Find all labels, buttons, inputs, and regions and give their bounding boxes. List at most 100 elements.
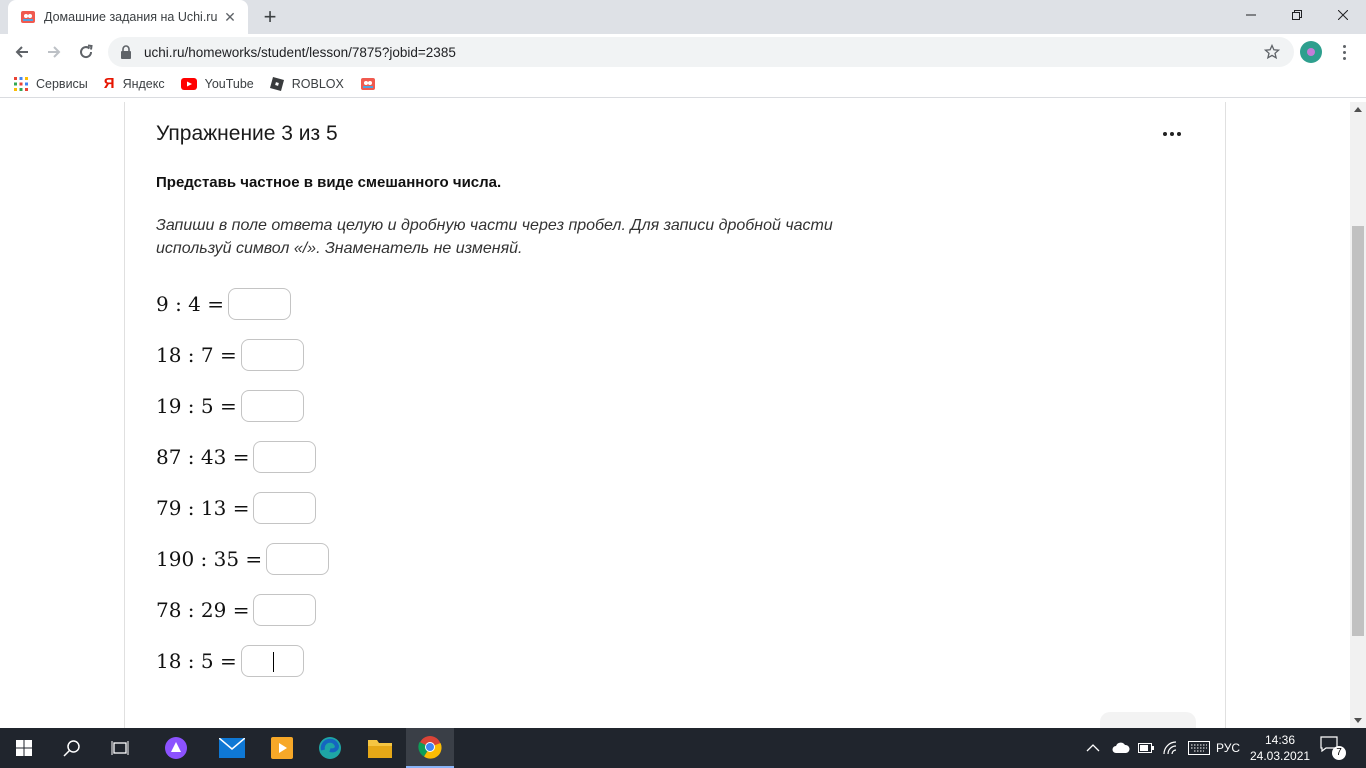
forward-button[interactable] — [40, 38, 68, 66]
math-expression: 18 : 5 = — [156, 649, 237, 673]
exercise-row: 19 : 5 = — [156, 389, 304, 423]
search-icon — [63, 740, 80, 757]
browser-toolbar: uchi.ru/homeworks/student/lesson/7875?jo… — [0, 34, 1366, 70]
answer-input[interactable] — [240, 339, 304, 371]
math-expression: 190 : 35 = — [156, 547, 263, 571]
windows-start-icon — [16, 740, 32, 756]
exercise-title: Упражнение 3 из 5 — [156, 122, 338, 145]
more-options-button[interactable] — [1163, 132, 1181, 136]
new-tab-button[interactable]: + — [258, 6, 282, 30]
profile-avatar[interactable] — [1300, 41, 1322, 63]
task-view-button[interactable] — [96, 728, 144, 768]
bookmark-label: YouTube — [204, 76, 254, 91]
bookmark-label: Яндекс — [122, 76, 165, 91]
tab-title: Домашние задания на Uchi.ru — [44, 10, 218, 24]
address-bar[interactable]: uchi.ru/homeworks/student/lesson/7875?jo… — [108, 37, 1294, 67]
bookmark-roblox[interactable]: ROBLOX — [269, 76, 344, 91]
keyboard-icon[interactable] — [1188, 741, 1210, 755]
tab-strip: Домашние задания на Uchi.ru ✕ + — [0, 0, 1366, 34]
media-player-icon — [271, 737, 293, 759]
check-button[interactable] — [1100, 712, 1196, 728]
close-tab-icon[interactable]: ✕ — [222, 9, 238, 25]
file-explorer-icon — [368, 740, 392, 758]
reload-button[interactable] — [72, 38, 100, 66]
taskbar-mail[interactable] — [208, 728, 256, 768]
math-expression: 9 : 4 = — [156, 292, 225, 316]
youtube-icon — [180, 77, 197, 90]
url-text: uchi.ru/homeworks/student/lesson/7875?jo… — [144, 44, 456, 60]
start-button[interactable] — [0, 728, 48, 768]
answer-input[interactable] — [253, 492, 317, 524]
scroll-up-icon[interactable] — [1354, 107, 1362, 112]
exercise-row: 18 : 5 = — [156, 644, 304, 678]
restore-icon — [1292, 10, 1302, 20]
mail-icon — [219, 738, 245, 758]
page-scrollbar[interactable] — [1350, 102, 1366, 728]
browser-tab[interactable]: Домашние задания на Uchi.ru ✕ — [8, 0, 248, 34]
taskbar-edge[interactable] — [306, 728, 354, 768]
taskbar-alice[interactable] — [152, 728, 200, 768]
bookmark-youtube[interactable]: YouTube — [180, 76, 254, 91]
alice-icon — [165, 737, 187, 759]
action-center-button[interactable]: 7 — [1320, 736, 1346, 760]
taskbar-media-player[interactable] — [258, 728, 306, 768]
restore-button[interactable] — [1274, 0, 1320, 30]
onedrive-cloud-icon[interactable] — [1112, 742, 1130, 754]
exercise-row: 87 : 43 = — [156, 440, 317, 474]
minimize-icon — [1246, 14, 1256, 16]
wifi-icon[interactable] — [1163, 741, 1179, 755]
exercise-row: 79 : 13 = — [156, 491, 317, 525]
taskbar-chrome[interactable] — [406, 728, 454, 768]
answer-input[interactable] — [228, 288, 292, 320]
apps-grid-icon — [14, 76, 28, 91]
answer-input[interactable] — [253, 594, 317, 626]
answer-input[interactable] — [253, 441, 317, 473]
bookmark-label: Сервисы — [36, 76, 88, 91]
minimize-button[interactable] — [1228, 0, 1274, 30]
math-expression: 78 : 29 = — [156, 598, 250, 622]
chrome-icon — [418, 736, 442, 759]
roblox-icon — [269, 76, 284, 91]
avatar-icon — [1307, 48, 1315, 56]
clock-time: 14:36 — [1264, 733, 1296, 747]
clock-date: 24.03.2021 — [1250, 749, 1311, 763]
browser-menu-button[interactable] — [1334, 42, 1354, 62]
search-button[interactable] — [48, 728, 96, 768]
uchi-favicon-icon — [21, 11, 35, 23]
lock-icon — [121, 45, 131, 59]
task-hint: Запиши в поле ответа целую и дробную час… — [156, 217, 833, 257]
answer-input-focused[interactable] — [240, 645, 304, 677]
scrollbar-thumb[interactable] — [1352, 226, 1364, 636]
exercise-row: 78 : 29 = — [156, 593, 317, 627]
task-instruction: Представь частное в виде смешанного числ… — [156, 174, 502, 191]
taskbar-file-explorer[interactable] — [356, 728, 404, 768]
back-button[interactable] — [8, 38, 36, 66]
chevron-up-icon[interactable] — [1086, 743, 1100, 753]
edge-icon — [319, 737, 341, 759]
bookmark-services[interactable]: Сервисы — [14, 76, 88, 91]
bookmark-star-icon[interactable] — [1264, 44, 1280, 60]
exercise-row: 190 : 35 = — [156, 542, 330, 576]
page-viewport: Упражнение 3 из 5 Представь частное в ви… — [0, 102, 1350, 728]
text-caret — [272, 652, 274, 672]
close-window-button[interactable] — [1320, 0, 1366, 30]
math-expression: 18 : 7 = — [156, 343, 237, 367]
task-view-icon — [111, 741, 129, 755]
taskbar-clock[interactable]: 14:36 24.03.2021 — [1250, 732, 1310, 764]
bookmark-yandex[interactable]: Я Яндекс — [104, 75, 165, 92]
battery-icon[interactable] — [1138, 743, 1154, 753]
exercise-row: 18 : 7 = — [156, 338, 304, 372]
math-expression: 79 : 13 = — [156, 496, 250, 520]
yandex-icon: Я — [103, 75, 115, 92]
windows-taskbar: РУС 14:36 24.03.2021 7 — [0, 728, 1366, 768]
notification-count: 7 — [1332, 746, 1346, 760]
answer-input[interactable] — [240, 390, 304, 422]
answer-input[interactable] — [266, 543, 330, 575]
math-expression: 87 : 43 = — [156, 445, 250, 469]
bookmark-label: ROBLOX — [291, 76, 344, 91]
arrow-left-icon — [15, 46, 28, 58]
scroll-down-icon[interactable] — [1354, 718, 1362, 723]
bookmark-uchi[interactable] — [360, 76, 384, 92]
input-language[interactable]: РУС — [1216, 728, 1240, 768]
close-icon — [1338, 10, 1348, 20]
